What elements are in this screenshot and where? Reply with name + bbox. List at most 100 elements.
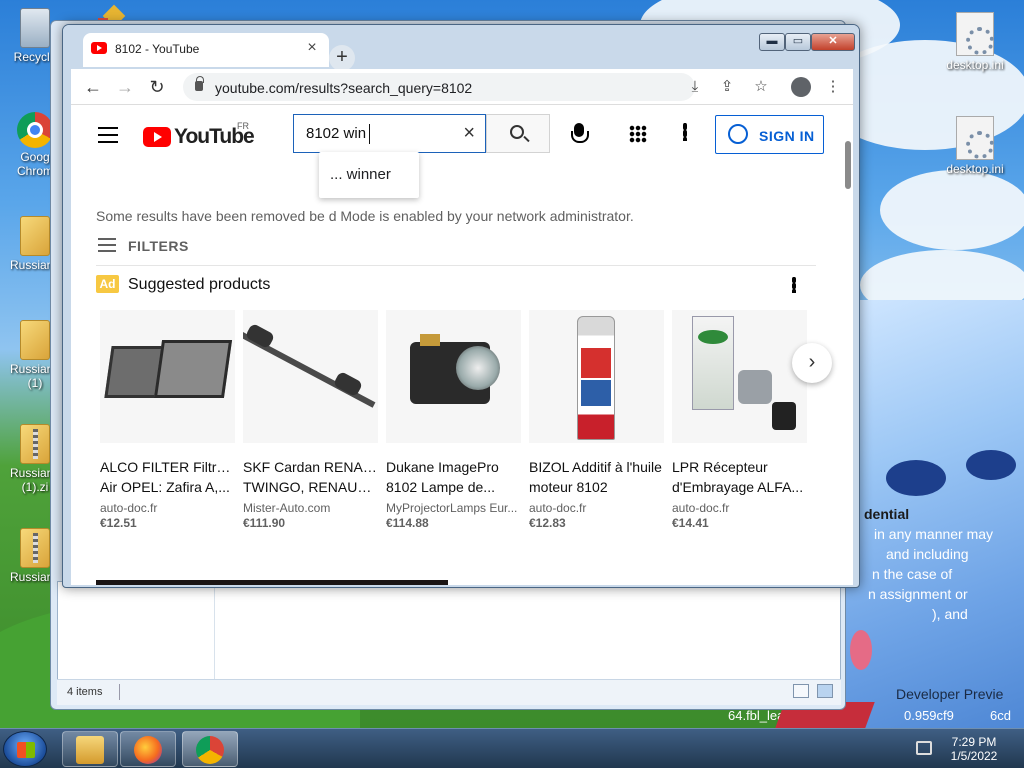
product-name-line: LPR Récepteur <box>672 459 768 475</box>
tab-close-icon[interactable]: × <box>303 39 321 57</box>
text-cursor <box>369 124 370 144</box>
product-name-line: BIZOL Additif à l'huile <box>529 459 662 475</box>
network-icon[interactable] <box>916 741 932 755</box>
product-name-line: ALCO FILTER Filtre à <box>100 459 235 475</box>
product-card[interactable]: Dukane ImagePro 8102 Lampe de... MyProje… <box>386 310 521 530</box>
anime-eye <box>886 460 946 496</box>
desktop-icon-desktop-ini-2[interactable]: desktop.ini <box>944 116 1006 176</box>
wallpaper-text: 0.959cf9 <box>904 708 954 723</box>
new-tab-button[interactable]: + <box>329 45 355 71</box>
product-image-projector-lamp[interactable] <box>386 310 521 443</box>
product-price: €111.90 <box>243 516 286 530</box>
start-button[interactable] <box>3 731 47 767</box>
maximize-button[interactable]: ▭ <box>785 33 811 51</box>
browser-toolbar: ← → ↻ youtube.com/results?search_query=8… <box>71 69 853 105</box>
product-name[interactable]: SKF Cardan RENAULT TWINGO, RENAULT... <box>243 457 378 497</box>
minimize-button[interactable]: ▬ <box>759 33 785 51</box>
system-clock[interactable]: 7:29 PM 1/5/2022 <box>948 735 1000 763</box>
product-source: auto-doc.fr <box>529 501 587 515</box>
address-bar[interactable]: youtube.com/results?search_query=8102 <box>183 73 695 101</box>
reload-button[interactable]: ↻ <box>145 75 169 99</box>
anime-mouth <box>850 630 872 670</box>
folder-icon <box>20 320 50 360</box>
anime-eye <box>966 450 1016 480</box>
taskbar-chrome-button[interactable] <box>182 731 238 767</box>
ad-options-kebab-icon[interactable] <box>792 277 796 293</box>
product-image-oil-additive[interactable] <box>529 310 664 443</box>
chrome-menu-icon[interactable]: ⋮ <box>823 77 843 97</box>
search-icon <box>510 125 524 139</box>
wallpaper-text: n assignment or <box>868 586 968 602</box>
product-name-line: d'Embrayage ALFA... <box>672 479 804 495</box>
forward-button[interactable]: → <box>113 75 137 99</box>
taskbar: 7:29 PM 1/5/2022 <box>0 728 1024 768</box>
chrome-icon <box>17 112 53 148</box>
taskbar-explorer-button[interactable] <box>62 731 118 767</box>
product-name[interactable]: BIZOL Additif à l'huile moteur 8102 <box>529 457 664 497</box>
product-name[interactable]: Dukane ImagePro 8102 Lampe de... <box>386 457 521 497</box>
search-query-text[interactable]: 8102 win <box>306 125 366 142</box>
settings-file-icon <box>956 116 994 160</box>
install-app-icon[interactable]: ⤓ <box>685 77 705 97</box>
taskbar-firefox-button[interactable] <box>120 731 176 767</box>
wallpaper-text: 6cd <box>990 708 1011 723</box>
clock-date: 1/5/2022 <box>950 749 998 763</box>
settings-kebab-icon[interactable] <box>683 123 687 141</box>
apps-grid-icon[interactable] <box>629 125 647 143</box>
product-card[interactable]: BIZOL Additif à l'huile moteur 8102 auto… <box>529 310 664 530</box>
wallpaper-text: Developer Previe <box>896 686 1004 702</box>
product-image-cardan[interactable] <box>243 310 378 443</box>
product-price: €12.51 <box>100 516 137 530</box>
search-button[interactable] <box>486 114 550 153</box>
video-thumbnail[interactable] <box>96 580 448 585</box>
suggested-products-title: Suggested products <box>128 276 271 293</box>
product-name[interactable]: LPR Récepteur d'Embrayage ALFA... <box>672 457 807 497</box>
product-name[interactable]: ALCO FILTER Filtre à Air OPEL: Zafira A,… <box>100 457 235 497</box>
bookmark-star-icon[interactable]: ☆ <box>751 77 771 97</box>
share-icon[interactable]: ⇪ <box>717 77 737 97</box>
account-icon <box>728 124 748 144</box>
country-code: FR <box>237 121 249 131</box>
clear-search-icon[interactable]: × <box>463 122 475 145</box>
product-source: auto-doc.fr <box>100 501 158 515</box>
explorer-content-area <box>57 581 841 691</box>
filter-sliders-icon <box>98 238 116 252</box>
product-source: MyProjectorLamps Eur... <box>386 501 518 515</box>
product-name-line: Dukane ImagePro <box>386 459 499 475</box>
profile-avatar-icon[interactable] <box>791 77 811 97</box>
product-card[interactable]: LPR Récepteur d'Embrayage ALFA... auto-d… <box>672 310 807 530</box>
close-window-button[interactable]: ✕ <box>811 33 855 51</box>
wallpaper-text: in any manner may <box>874 526 994 542</box>
youtube-favicon-icon <box>91 42 107 54</box>
product-price: €14.41 <box>672 516 709 530</box>
desktop-icon-desktop-ini[interactable]: desktop.ini <box>944 12 1006 72</box>
product-image-clutch-receiver[interactable] <box>672 310 807 443</box>
hamburger-menu-icon[interactable] <box>98 127 118 148</box>
search-suggestion-item[interactable]: ... winner <box>330 166 391 183</box>
large-icons-view-icon[interactable] <box>817 684 833 698</box>
carousel-next-button[interactable]: › <box>792 343 832 383</box>
lock-icon[interactable] <box>195 76 204 91</box>
url-text[interactable]: youtube.com/results?search_query=8102 <box>215 80 472 96</box>
sign-in-button[interactable]: SIGN IN <box>715 115 824 154</box>
product-card[interactable]: ALCO FILTER Filtre à Air OPEL: Zafira A,… <box>100 310 235 530</box>
product-name-line: Air OPEL: Zafira A,... <box>100 479 230 495</box>
product-image-air-filter[interactable] <box>100 310 235 443</box>
wallpaper-text: and including <box>886 546 969 562</box>
product-name-line: SKF Cardan RENAULT <box>243 459 378 475</box>
product-card[interactable]: SKF Cardan RENAULT TWINGO, RENAULT... Mi… <box>243 310 378 530</box>
search-input[interactable]: 8102 win × <box>293 114 486 153</box>
video-title[interactable]: 8102 <box>464 584 504 585</box>
tab-youtube[interactable]: 8102 - YouTube × <box>83 33 329 67</box>
product-name-line: TWINGO, RENAULT... <box>243 479 378 495</box>
recycle-bin-icon <box>20 8 50 48</box>
page-scrollbar[interactable] <box>845 141 851 189</box>
microphone-icon[interactable] <box>571 123 589 143</box>
folder-icon <box>20 216 50 256</box>
details-view-icon[interactable] <box>793 684 809 698</box>
zip-folder-icon <box>20 528 50 568</box>
sign-in-label: SIGN IN <box>759 128 815 144</box>
back-button[interactable]: ← <box>81 75 105 99</box>
wallpaper-text: n the case of <box>872 566 953 582</box>
wallpaper-text: ), and <box>932 606 968 622</box>
